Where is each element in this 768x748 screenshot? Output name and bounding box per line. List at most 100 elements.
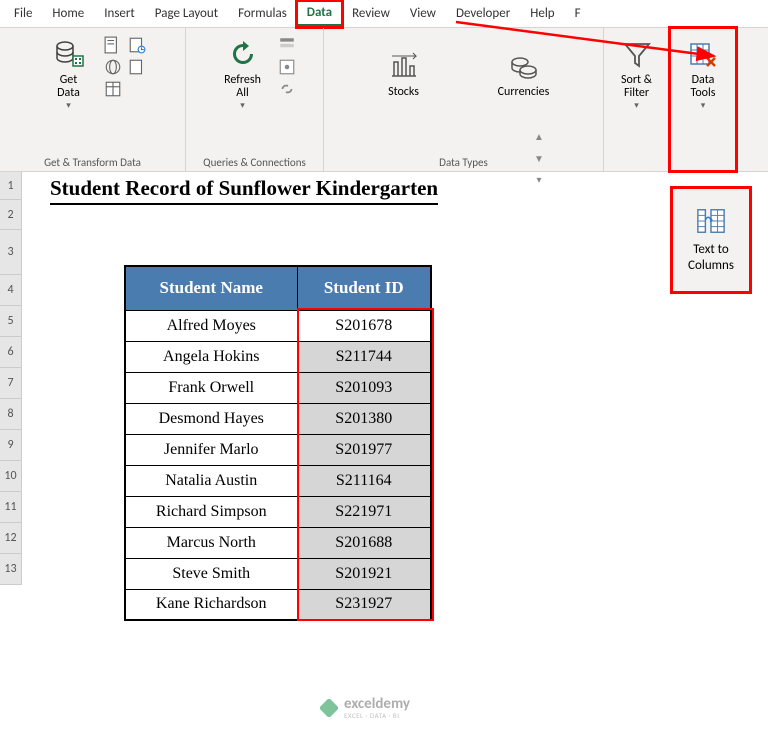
chevron-down-icon: ▾: [66, 100, 71, 111]
table-row: Alfred MoyesS201678: [125, 310, 431, 341]
group-label-datatypes: Data Types: [439, 154, 488, 169]
group-transform: GetData ▾ Get & Transform Data: [0, 28, 186, 171]
header-id[interactable]: Student ID: [297, 266, 431, 310]
data-tools-label: DataTools: [691, 74, 716, 100]
tab-developer[interactable]: Developer: [446, 2, 520, 25]
row-header[interactable]: 6: [0, 337, 22, 368]
cell-name[interactable]: Desmond Hayes: [125, 403, 297, 434]
cell-id[interactable]: S231927: [297, 589, 431, 620]
cell-name[interactable]: Jennifer Marlo: [125, 434, 297, 465]
cell-name[interactable]: Kane Richardson: [125, 589, 297, 620]
cell-name[interactable]: Richard Simpson: [125, 496, 297, 527]
group-label-queries: Queries & Connections: [203, 154, 306, 169]
properties-button[interactable]: [278, 58, 296, 76]
refresh-all-button[interactable]: RefreshAll ▾: [214, 32, 272, 117]
row-header[interactable]: 7: [0, 368, 22, 399]
cell-name[interactable]: Natalia Austin: [125, 465, 297, 496]
group-sort: Sort &Filter ▾: [604, 28, 670, 171]
from-table-button[interactable]: [104, 80, 122, 98]
row-header[interactable]: 10: [0, 461, 22, 492]
cell-name[interactable]: Angela Hokins: [125, 341, 297, 372]
table-row: Richard SimpsonS221971: [125, 496, 431, 527]
refresh-icon: [227, 38, 259, 70]
transform-small-buttons: [104, 32, 122, 98]
table-row: Marcus NorthS201688: [125, 527, 431, 558]
table-row: Natalia AustinS211164: [125, 465, 431, 496]
currencies-icon: [508, 50, 540, 82]
row-header[interactable]: 5: [0, 306, 22, 337]
recent-sources-button[interactable]: [128, 36, 146, 54]
header-name[interactable]: Student Name: [125, 266, 297, 310]
worksheet: 12345678910111213 Student Record of Sunf…: [0, 172, 768, 585]
table-row: Jennifer MarloS201977: [125, 434, 431, 465]
sort-filter-button[interactable]: Sort &Filter ▾: [612, 32, 661, 117]
cell-id[interactable]: S201380: [297, 403, 431, 434]
group-queries: RefreshAll ▾ Queries & Connections: [186, 28, 324, 171]
table-row: Frank OrwellS201093: [125, 372, 431, 403]
tab-view[interactable]: View: [400, 2, 446, 25]
tab-data[interactable]: Data: [297, 1, 342, 27]
tab-file[interactable]: File: [4, 2, 42, 25]
stocks-label: Stocks: [388, 86, 419, 99]
cell-id[interactable]: S201678: [297, 310, 431, 341]
row-header[interactable]: 4: [0, 275, 22, 306]
cell-id[interactable]: S201093: [297, 372, 431, 403]
tab-page-layout[interactable]: Page Layout: [145, 2, 228, 25]
currencies-button[interactable]: Currencies: [479, 44, 569, 105]
cell-id[interactable]: S221971: [297, 496, 431, 527]
cell-id[interactable]: S211744: [297, 341, 431, 372]
sheet-content[interactable]: Student Record of Sunflower Kindergarten…: [22, 172, 768, 585]
watermark-icon: [320, 699, 338, 717]
stocks-button[interactable]: Stocks: [359, 44, 449, 105]
from-web-button[interactable]: [104, 58, 122, 76]
cell-id[interactable]: S201921: [297, 558, 431, 589]
row-header[interactable]: 2: [0, 200, 22, 230]
tab-home[interactable]: Home: [42, 2, 94, 25]
stocks-icon: [388, 50, 420, 82]
row-header[interactable]: 1: [0, 172, 22, 200]
from-text-button[interactable]: [104, 36, 122, 54]
chevron-down-icon: ▾: [240, 100, 245, 111]
ribbon-tabs: FileHomeInsertPage LayoutFormulasDataRev…: [0, 0, 768, 28]
table-row: Kane RichardsonS231927: [125, 589, 431, 620]
chevron-down-icon: ▾: [634, 100, 639, 111]
tab-help[interactable]: Help: [520, 2, 564, 25]
sheet-title: Student Record of Sunflower Kindergarten: [50, 176, 438, 205]
row-header[interactable]: 3: [0, 230, 22, 275]
row-header[interactable]: 12: [0, 523, 22, 554]
row-header[interactable]: 8: [0, 399, 22, 430]
refresh-all-label: RefreshAll: [224, 74, 261, 100]
row-header[interactable]: 9: [0, 430, 22, 461]
edit-links-button[interactable]: [278, 80, 296, 98]
group-label-transform: Get & Transform Data: [44, 154, 141, 169]
row-header[interactable]: 13: [0, 554, 22, 585]
cell-id[interactable]: S211164: [297, 465, 431, 496]
filter-icon: [621, 38, 653, 70]
tab-insert[interactable]: Insert: [94, 2, 145, 25]
data-tools-button[interactable]: DataTools ▾: [678, 32, 728, 117]
watermark: exceldemy EXCEL · DATA · BI: [320, 695, 410, 720]
student-table: Student Name Student ID Alfred MoyesS201…: [124, 265, 432, 621]
table-row: Desmond HayesS201380: [125, 403, 431, 434]
cell-id[interactable]: S201688: [297, 527, 431, 558]
queries-small-buttons: [278, 32, 296, 98]
tab-f[interactable]: F: [565, 2, 591, 25]
cell-name[interactable]: Frank Orwell: [125, 372, 297, 403]
cell-id[interactable]: S201977: [297, 434, 431, 465]
get-data-button[interactable]: GetData ▾: [40, 32, 98, 117]
sort-filter-label: Sort &Filter: [621, 74, 652, 100]
cell-name[interactable]: Marcus North: [125, 527, 297, 558]
row-header[interactable]: 11: [0, 492, 22, 523]
tab-formulas[interactable]: Formulas: [228, 2, 297, 25]
row-headers: 12345678910111213: [0, 172, 22, 585]
database-icon: [53, 38, 85, 70]
table-row: Angela HokinsS211744: [125, 341, 431, 372]
queries-button[interactable]: [278, 36, 296, 54]
transform-small-buttons-2: [128, 32, 146, 76]
existing-conn-button[interactable]: [128, 58, 146, 76]
cell-name[interactable]: Alfred Moyes: [125, 310, 297, 341]
table-row: Steve SmithS201921: [125, 558, 431, 589]
tab-review[interactable]: Review: [342, 2, 400, 25]
cell-name[interactable]: Steve Smith: [125, 558, 297, 589]
data-tools-icon: [687, 38, 719, 70]
